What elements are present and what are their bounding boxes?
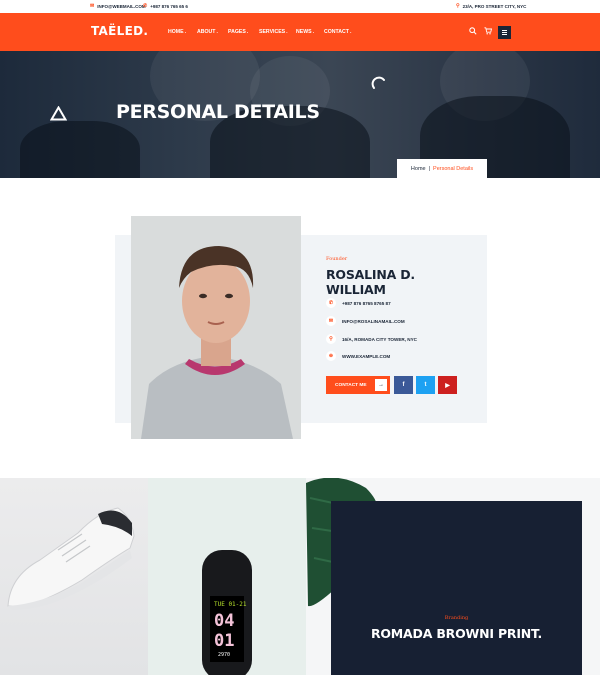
watch-hours-text: 04 xyxy=(214,611,234,631)
facebook-button[interactable]: f xyxy=(394,376,413,394)
contact-address-text: 16/A, ROMADA CITY TOWER, NYC xyxy=(342,336,417,342)
portfolio-title[interactable]: ROMADA BROWNI PRINT. xyxy=(331,626,582,641)
contact-address: ⚲ 16/A, ROMADA CITY TOWER, NYC xyxy=(326,334,417,344)
topbar-email-text: INFO@WEBMAIL.COM xyxy=(97,4,146,9)
fitness-band-image: TUE 01-21 04 01 2970 xyxy=(202,550,252,675)
globe-icon: ⊕ xyxy=(326,351,336,361)
menu-icon[interactable] xyxy=(498,26,511,39)
nav-item-label: PAGES xyxy=(228,29,246,35)
nav-item-label: SERVICES xyxy=(259,29,286,35)
top-info-bar: ✉ INFO@WEBMAIL.COM ✆ +987 876 765 65 6 ⚲… xyxy=(0,0,600,13)
page-hero-banner: PERSONAL DETAILS Home | Personal Details xyxy=(0,51,600,178)
contact-me-label: CONTACT ME xyxy=(335,382,367,388)
loading-spinner-icon xyxy=(371,76,385,89)
nav-item-services[interactable]: SERVICES. xyxy=(259,29,296,35)
location-pin-icon: ⚲ xyxy=(326,334,336,344)
nav-item-label: NEWS xyxy=(296,29,312,35)
contact-email[interactable]: ✉ INFO@ROSALINAMAIL.COM xyxy=(326,316,405,326)
nav-item-suffix: . xyxy=(216,29,218,35)
nav-item-suffix: . xyxy=(246,29,249,35)
location-pin-icon: ⚲ xyxy=(456,3,460,9)
nav-item-pages[interactable]: PAGES. xyxy=(228,29,259,35)
profile-role: Founder xyxy=(326,256,348,262)
menu-icon-line xyxy=(502,34,507,35)
mail-icon: ✉ xyxy=(326,316,336,326)
twitter-button[interactable]: t xyxy=(416,376,435,394)
nav-item-home[interactable]: HOME. xyxy=(168,29,197,35)
breadcrumb-current: Personal Details xyxy=(433,165,474,172)
portfolio-card-dark[interactable] xyxy=(331,501,582,675)
nav-item-suffix: . xyxy=(286,29,288,35)
contact-email-text: INFO@ROSALINAMAIL.COM xyxy=(342,318,405,324)
cart-icon[interactable] xyxy=(484,27,492,35)
contact-me-button[interactable]: CONTACT ME → xyxy=(326,376,390,394)
nav-item-suffix: . xyxy=(349,29,352,35)
nav-item-suffix: . xyxy=(312,29,315,35)
contact-phone-text: +987 876 8765 8765 87 xyxy=(342,300,391,306)
facebook-icon: f xyxy=(402,382,405,388)
mail-icon: ✉ xyxy=(90,3,95,9)
profile-photo xyxy=(131,216,301,439)
topbar-phone[interactable]: ✆ +987 876 765 65 6 xyxy=(143,3,188,10)
phone-icon: ✆ xyxy=(326,298,336,308)
arrow-right-icon: → xyxy=(375,379,387,391)
watch-minutes-text: 01 xyxy=(214,631,234,651)
twitter-icon: t xyxy=(424,382,427,388)
youtube-button[interactable]: ▶ xyxy=(438,376,457,394)
watch-date-text: TUE 01-21 xyxy=(214,601,247,608)
watch-steps-text: 2970 xyxy=(218,652,230,658)
triangle-shape-icon xyxy=(50,106,67,121)
topbar-phone-text: +987 876 765 65 6 xyxy=(150,4,188,9)
menu-icon-line xyxy=(502,32,507,33)
breadcrumb-home[interactable]: Home xyxy=(411,166,426,172)
hero-photo-figure xyxy=(20,121,140,178)
main-menu: HOME. ABOUT. PAGES. SERVICES. NEWS. CONT… xyxy=(168,29,358,35)
topbar-email[interactable]: ✉ INFO@WEBMAIL.COM xyxy=(90,3,146,10)
portfolio-item-fitness-band[interactable]: TUE 01-21 04 01 2970 xyxy=(148,478,306,675)
nav-item-about[interactable]: ABOUT. xyxy=(197,29,228,35)
nav-item-label: ABOUT xyxy=(197,29,216,35)
profile-name: ROSALINA D. WILLIAM xyxy=(326,267,415,297)
profile-photo-illustration xyxy=(131,216,301,439)
phone-icon: ✆ xyxy=(143,3,148,9)
contact-phone[interactable]: ✆ +987 876 8765 8765 87 xyxy=(326,298,391,308)
breadcrumb-separator: | xyxy=(428,165,431,172)
topbar-address-text: 23/A, PRO STREET CITY, NYC xyxy=(462,4,527,9)
portfolio-category: Branding xyxy=(444,615,469,621)
nav-item-label: CONTACT xyxy=(324,29,349,35)
breadcrumb: Home | Personal Details xyxy=(397,159,487,178)
page-title: PERSONAL DETAILS xyxy=(116,101,320,123)
youtube-icon: ▶ xyxy=(445,382,450,389)
contact-website-text: WWW.EXAMPLE.COM xyxy=(342,353,391,359)
search-icon[interactable] xyxy=(469,27,477,35)
profile-info: Founder ROSALINA D. WILLIAM xyxy=(326,256,476,297)
nav-item-suffix: . xyxy=(184,29,187,35)
menu-icon-line xyxy=(502,30,507,31)
nav-item-contact[interactable]: CONTACT. xyxy=(324,29,358,35)
topbar-address: ⚲ 23/A, PRO STREET CITY, NYC xyxy=(456,3,527,10)
portfolio-item-sneaker[interactable] xyxy=(0,478,148,675)
nav-item-news[interactable]: NEWS. xyxy=(296,29,324,35)
sneaker-image xyxy=(7,507,135,610)
site-logo[interactable]: TAËLED. xyxy=(91,24,148,38)
contact-website[interactable]: ⊕ WWW.EXAMPLE.COM xyxy=(326,351,390,361)
nav-item-label: HOME xyxy=(168,29,184,35)
